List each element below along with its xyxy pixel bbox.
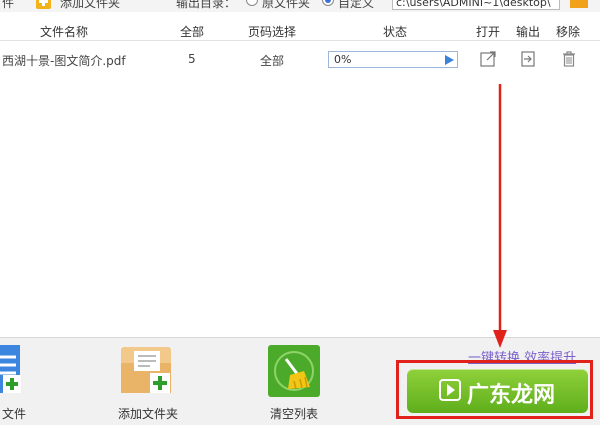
clear-list-label[interactable]: 清空列表 xyxy=(270,405,318,422)
add-file-label[interactable]: 文件 xyxy=(2,405,26,422)
header-open: 打开 xyxy=(476,25,501,39)
radio-source-folder[interactable] xyxy=(246,0,258,6)
trash-icon[interactable] xyxy=(560,50,578,68)
page-select-cell[interactable]: 全部 xyxy=(260,52,284,69)
file-name-cell: 西湖十景-图文简介.pdf xyxy=(2,54,126,68)
output-dir-label: 输出目录： xyxy=(176,0,237,10)
add-folder-large-icon[interactable] xyxy=(120,345,174,397)
radio-custom-folder[interactable] xyxy=(322,0,334,6)
radio-source-folder-label[interactable]: 原文件夹 xyxy=(262,0,310,11)
add-files-label[interactable]: 件 xyxy=(2,0,14,11)
table-row[interactable]: 西湖十景-图文简介.pdf 5 全部 xyxy=(0,44,600,76)
output-icon[interactable] xyxy=(519,50,537,68)
add-folder-bottom-label[interactable]: 添加文件夹 xyxy=(118,405,178,422)
table-header: 文件名称 全部 页码选择 状态 打开 输出 移除 xyxy=(0,20,600,41)
broom-icon[interactable] xyxy=(268,345,320,397)
open-external-icon[interactable] xyxy=(479,50,497,68)
progress-bar: 0% xyxy=(328,51,458,68)
total-pages-cell: 5 xyxy=(188,52,196,66)
header-remove: 移除 xyxy=(556,25,581,39)
add-folder-button[interactable]: 添加文件夹 xyxy=(60,0,120,11)
add-folder-icon[interactable] xyxy=(36,0,51,9)
header-output: 输出 xyxy=(516,25,541,39)
browse-folder-icon[interactable] xyxy=(570,0,588,8)
add-file-icon[interactable] xyxy=(0,345,24,397)
header-file-name: 文件名称 xyxy=(40,25,89,39)
top-toolbar: 件 添加文件夹 输出目录： 原文件夹 自定义 c:\users\ADMINI~1… xyxy=(0,0,600,12)
output-path-field[interactable]: c:\users\ADMINI~1\desktop\ xyxy=(392,0,560,10)
header-total: 全部 xyxy=(180,25,205,39)
radio-custom-folder-label[interactable]: 自定义 xyxy=(338,0,374,11)
highlight-box xyxy=(396,360,593,419)
start-row-icon[interactable] xyxy=(445,55,454,65)
header-page-select: 页码选择 xyxy=(248,25,297,39)
header-status: 状态 xyxy=(383,25,408,39)
progress-text: 0% xyxy=(334,53,352,66)
